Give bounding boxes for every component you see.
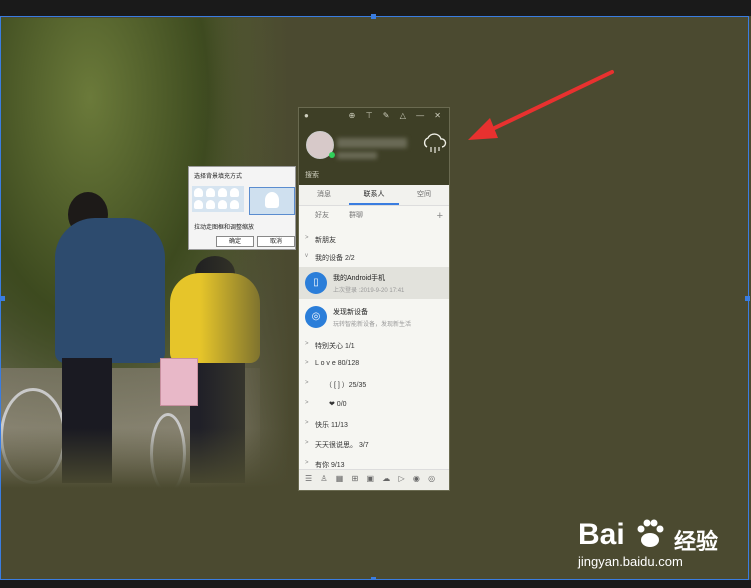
group-item[interactable]: > ❤ 0/0 [299, 395, 449, 413]
tab-contacts[interactable]: 联系人 [349, 185, 399, 205]
tab-messages[interactable]: 消息 [299, 185, 349, 205]
device-discover[interactable]: ◎ 发现新设备 玩转智能新设备，发现新生活 [299, 301, 449, 333]
chevron-right-icon: > [305, 400, 309, 406]
bottom-bar [0, 580, 751, 588]
chevron-right-icon: > [305, 420, 309, 426]
toolbar-icons[interactable]: ☰ ♙ ▦ ⊞ ▣ ☁ ▷ ◉ ◎ [305, 474, 438, 483]
online-status-icon [329, 152, 335, 158]
resize-handle-right[interactable] [745, 296, 750, 301]
search-placeholder: 搜索 [305, 172, 319, 179]
baidu-jingyan-watermark: Bai 经验 jingyan.baidu.com [578, 518, 719, 569]
paw-logo-icon [637, 519, 664, 547]
chevron-right-icon: > [305, 341, 309, 347]
nickname-blurred [337, 138, 407, 148]
chevron-right-icon: > [305, 235, 309, 241]
qq-main-panel: ● ⊕ ⊤ ✎ △ — ✕ 搜索 消息 联系人 空间 好友 群聊 + > 新朋友… [298, 107, 450, 491]
group-my-devices[interactable]: v 我的设备 2/2 [299, 248, 449, 266]
group-item[interactable]: > 特别关心 1/1 [299, 336, 449, 354]
dialog-title: 选择背景填充方式 [194, 174, 243, 180]
window-controls[interactable]: ⊕ ⊤ ✎ △ — ✕ [349, 111, 445, 120]
chevron-right-icon: > [305, 460, 309, 466]
ok-button[interactable]: 确定 [216, 236, 254, 247]
subtab-friends[interactable]: 好友 [315, 210, 329, 220]
chevron-down-icon: v [305, 253, 308, 259]
chevron-right-icon: > [305, 380, 309, 386]
wifi-icon: ◎ [305, 306, 327, 328]
tab-qzone[interactable]: 空间 [399, 185, 449, 205]
bottom-toolbar: ☰ ♙ ▦ ⊞ ▣ ☁ ▷ ◉ ◎ [299, 469, 449, 490]
stretch-option[interactable] [249, 187, 295, 215]
contact-subtabs: 好友 群聊 + [299, 206, 449, 222]
subtab-groups[interactable]: 群聊 [349, 210, 363, 220]
dialog-hint: 拉动走图框和调整缩放 [194, 225, 255, 231]
device-android-phone[interactable]: ▯ 我的Android手机 上次登录 :2019-9-20 17:41 [299, 267, 449, 299]
group-new-friends[interactable]: > 新朋友 [299, 230, 449, 248]
search-input[interactable]: 搜索 [299, 166, 449, 184]
chevron-right-icon: > [305, 360, 309, 366]
red-arrow-annotation [468, 70, 614, 140]
background-fill-dialog: 选择背景填充方式 拉动走图框和调整缩放 确定 取消 [188, 166, 296, 250]
group-item[interactable]: > L o v e 80/128 [299, 355, 449, 373]
signature-blurred [337, 152, 377, 159]
main-tabs: 消息 联系人 空间 [299, 185, 449, 206]
add-icon[interactable]: + [437, 210, 443, 222]
screenshot-canvas: 选择背景填充方式 拉动走图框和调整缩放 确定 取消 ● ⊕ ⊤ ✎ △ — ✕ [0, 0, 751, 588]
group-item[interactable]: > （ [ ] ）25/35 [299, 375, 449, 393]
phone-icon: ▯ [305, 272, 327, 294]
weather-cloud-icon[interactable] [421, 132, 447, 154]
qq-logo-icon: ● [304, 111, 309, 120]
chevron-right-icon: > [305, 440, 309, 446]
cancel-button[interactable]: 取消 [257, 236, 295, 247]
tile-option[interactable] [192, 186, 244, 212]
group-item[interactable]: > 天天很说思。 3/7 [299, 435, 449, 453]
group-item[interactable]: > 快乐 11/13 [299, 415, 449, 433]
resize-handle-left[interactable] [0, 296, 5, 301]
resize-handle-top[interactable] [371, 14, 376, 19]
